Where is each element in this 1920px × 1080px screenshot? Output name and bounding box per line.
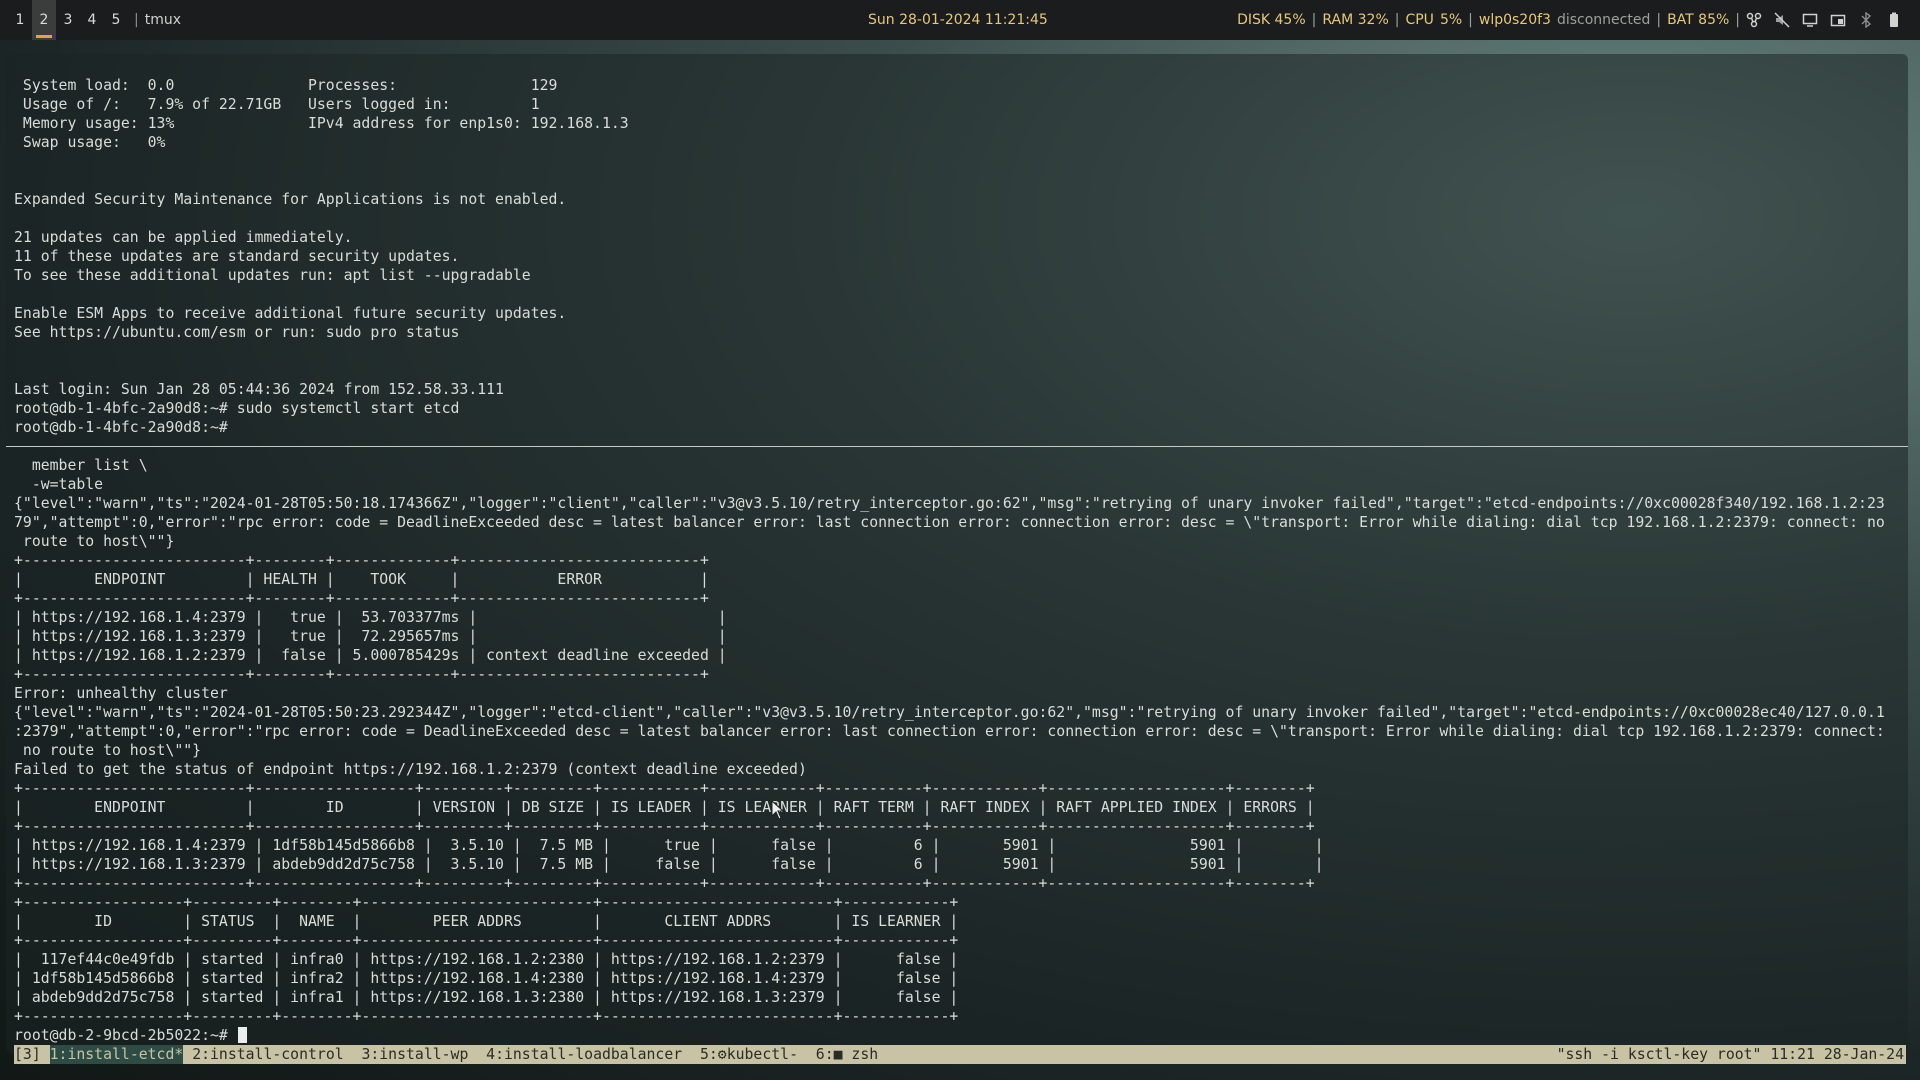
system-stats: DISK 45% | RAM 32% | CPU 5% | wlp0s20f3 … — [1237, 0, 1740, 40]
ram-usage: RAM 32% — [1322, 12, 1389, 28]
cpu-label: CPU — [1405, 12, 1434, 28]
network-icon[interactable] — [1746, 12, 1762, 28]
separator: | — [1468, 12, 1473, 28]
separator: | — [134, 12, 139, 28]
system-tray — [1746, 0, 1902, 40]
wifi-status: disconnected — [1556, 12, 1651, 28]
battery-level: BAT 85% — [1667, 12, 1730, 28]
terminal-pane-top[interactable]: System load: 0.0 Processes: 129 Usage of… — [14, 76, 629, 437]
cpu-usage: 5% — [1439, 12, 1463, 28]
workspace-1[interactable]: 1 — [8, 0, 32, 40]
pane-divider[interactable] — [6, 446, 1908, 447]
workspace-2[interactable]: 2 — [32, 0, 56, 40]
wifi-interface: wlp0s20f3 — [1478, 12, 1551, 28]
workspace-5[interactable]: 5 — [104, 0, 128, 40]
volume-muted-icon[interactable] — [1774, 12, 1790, 28]
separator: | — [1311, 12, 1317, 28]
battery-icon[interactable] — [1886, 12, 1902, 28]
mouse-pointer-icon — [771, 799, 785, 824]
workspace-3[interactable]: 3 — [56, 0, 80, 40]
tmux-session: [3] — [14, 1046, 50, 1063]
shell-prompt-line[interactable]: root@db-2-9bcd-2b5022:~# — [14, 1026, 247, 1045]
text-cursor — [237, 1027, 247, 1043]
terminal-pane-bottom[interactable]: member list \ -w=table {"level":"warn","… — [14, 456, 1885, 1026]
tmux-window-2[interactable]: 2:install-control — [183, 1045, 352, 1064]
separator: | — [1394, 12, 1400, 28]
tmux-window-1[interactable]: 1:install-etcd* — [49, 1045, 184, 1064]
tmux-window-6[interactable]: 6:■ zsh — [807, 1045, 878, 1064]
separator: | — [1656, 12, 1662, 28]
workspace-4[interactable]: 4 — [80, 0, 104, 40]
tmux-window-4[interactable]: 4:install-loadbalancer — [477, 1045, 691, 1064]
screenshot-icon[interactable] — [1830, 12, 1846, 28]
tmux-window-5[interactable]: 5:⚙kubectl- — [691, 1045, 807, 1064]
tmux-window-3[interactable]: 3:install-wp — [353, 1045, 478, 1064]
tmux-right-status: "ssh -i ksctl-key root" 11:21 28-Jan-24 — [1556, 1046, 1904, 1063]
bluetooth-off-icon[interactable] — [1858, 12, 1874, 28]
system-status-bar: 1 2 3 4 5 | tmux Sun 28-01-2024 11:21:45… — [0, 0, 1920, 40]
separator: | — [1735, 12, 1740, 28]
tmux-status-line: [3] 1:install-etcd* 2:install-control 3:… — [14, 1045, 1906, 1064]
shell-prompt: root@db-2-9bcd-2b5022:~# — [14, 1027, 237, 1044]
workspace-switcher: 1 2 3 4 5 — [8, 0, 128, 40]
disk-usage: DISK 45% — [1237, 12, 1306, 28]
clock[interactable]: Sun 28-01-2024 11:21:45 — [868, 0, 1048, 40]
window-title: tmux — [144, 12, 182, 28]
display-icon[interactable] — [1802, 12, 1818, 28]
